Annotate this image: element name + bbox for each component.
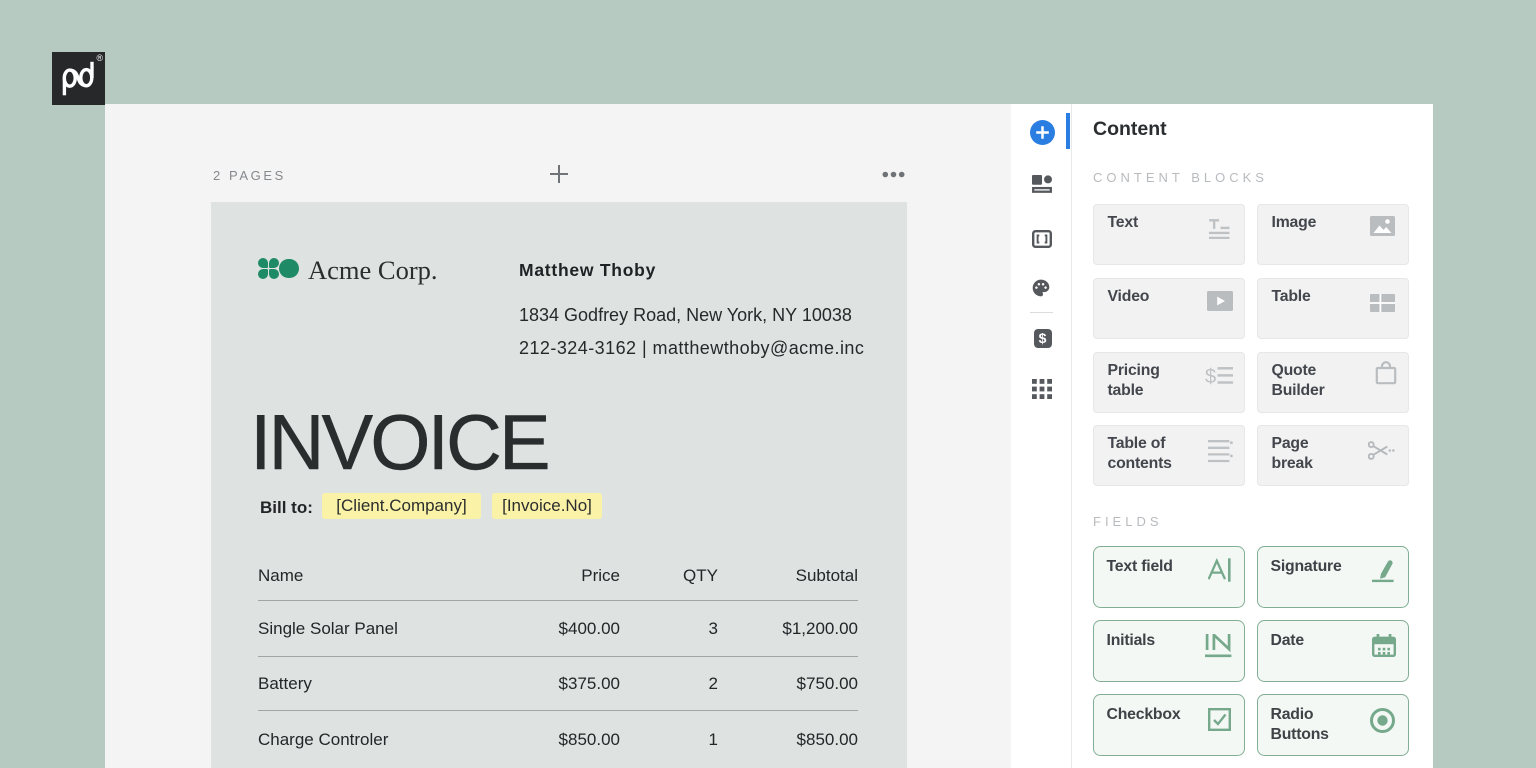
svg-text:$: $ <box>1205 366 1216 386</box>
svg-text:®: ® <box>97 53 104 63</box>
